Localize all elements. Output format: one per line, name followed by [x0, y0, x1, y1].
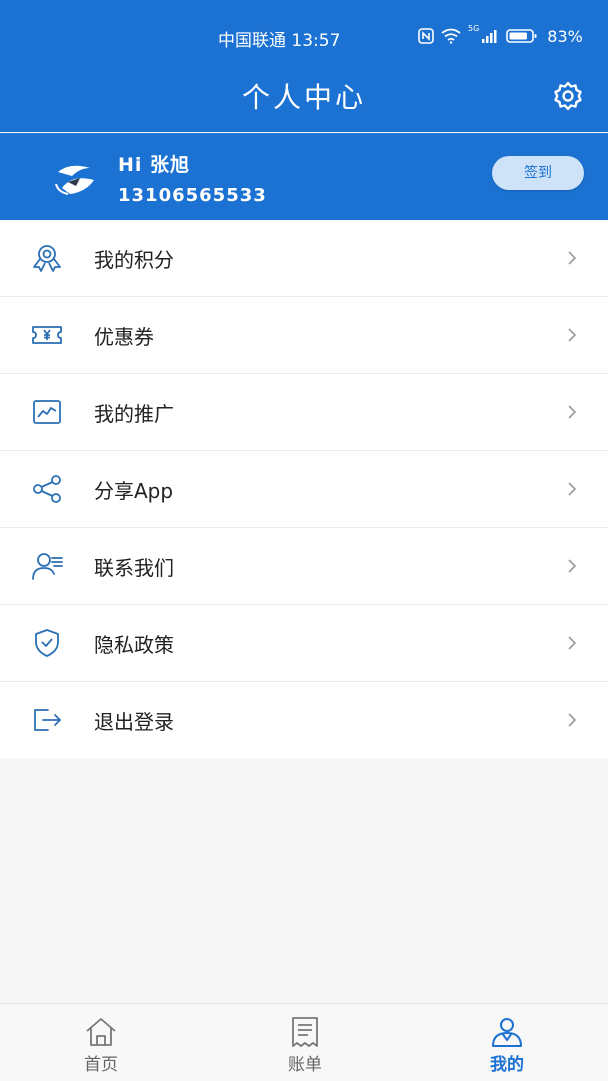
menu-item-label: 隐私政策: [94, 633, 174, 657]
tab-label: 账单: [288, 1055, 322, 1075]
signal-icon: [482, 30, 497, 43]
sign-in-button[interactable]: 签到: [492, 156, 584, 190]
app-logo-icon: [53, 161, 97, 195]
tab-home[interactable]: 首页: [41, 1004, 161, 1081]
coupon-icon: [32, 326, 62, 344]
contact-icon: [32, 553, 63, 580]
menu-item-logout[interactable]: 退出登录: [0, 682, 608, 758]
network-label: 5G: [468, 24, 480, 33]
tab-bill[interactable]: 账单: [245, 1004, 365, 1081]
share-icon: [33, 475, 61, 503]
menu-item-coupons[interactable]: 优惠券: [0, 297, 608, 374]
gear-icon: [554, 81, 582, 111]
status-bar: 中国联通 13:57 5G 83%: [0, 0, 608, 70]
avatar: [50, 158, 100, 198]
menu-item-label: 我的推广: [94, 402, 174, 426]
status-icons: 5G 83%: [418, 24, 583, 48]
chevron-right-icon: [568, 328, 577, 342]
profile-card: Hi 张旭 13106565533 签到: [0, 133, 608, 221]
bottom-tab-bar: 首页 账单 我的: [0, 1003, 608, 1081]
shield-icon: [35, 629, 59, 657]
nfc-icon: [418, 28, 434, 44]
battery-icon: [506, 29, 537, 43]
chevron-right-icon: [568, 405, 577, 419]
menu-item-label: 我的积分: [94, 248, 174, 272]
menu-item-share[interactable]: 分享App: [0, 451, 608, 528]
battery-percent: 83%: [547, 26, 583, 46]
user-icon: [492, 1018, 522, 1047]
chevron-right-icon: [568, 251, 577, 265]
status-carrier-time: 中国联通 13:57: [218, 31, 341, 51]
tab-label: 首页: [84, 1055, 118, 1075]
chevron-right-icon: [568, 482, 577, 496]
home-icon: [86, 1018, 116, 1046]
bill-icon: [292, 1017, 318, 1047]
settings-button[interactable]: [552, 80, 584, 112]
menu-list: 我的积分 优惠券 我的推广 分享App 联系我们 隐私政策 退出登录: [0, 220, 608, 758]
menu-item-contact[interactable]: 联系我们: [0, 528, 608, 605]
trend-chart-icon: [33, 400, 61, 424]
tab-label: 我的: [490, 1055, 524, 1075]
tab-mine[interactable]: 我的: [447, 1004, 567, 1081]
medal-icon: [33, 245, 61, 272]
chevron-right-icon: [568, 559, 577, 573]
chevron-right-icon: [568, 636, 577, 650]
menu-item-privacy[interactable]: 隐私政策: [0, 605, 608, 682]
chevron-right-icon: [568, 713, 577, 727]
menu-item-label: 优惠券: [94, 325, 154, 349]
menu-item-label: 退出登录: [94, 710, 174, 734]
page-title: 个人中心: [241, 81, 366, 114]
logout-icon: [34, 709, 61, 731]
menu-item-points[interactable]: 我的积分: [0, 220, 608, 297]
menu-item-label: 分享App: [94, 479, 174, 503]
page-header: 个人中心: [0, 70, 608, 132]
user-phone: 13106565533: [118, 185, 267, 206]
menu-item-promotion[interactable]: 我的推广: [0, 374, 608, 451]
wifi-icon: [441, 28, 461, 44]
menu-item-label: 联系我们: [94, 556, 174, 580]
user-greeting: Hi 张旭: [118, 154, 191, 176]
